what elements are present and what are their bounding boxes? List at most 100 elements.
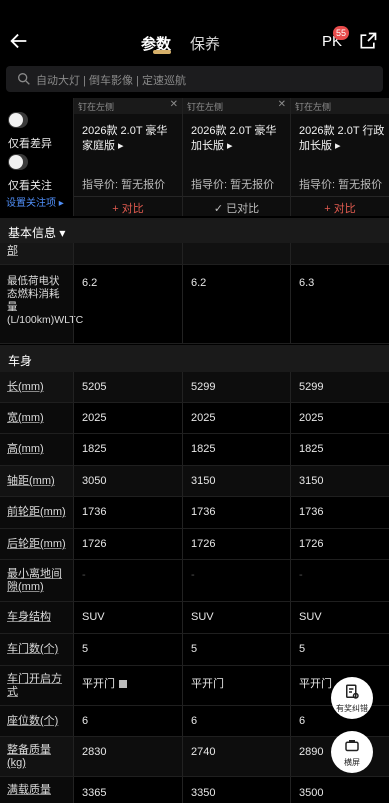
- car-column-2: 钉在左侧 ✕ 2026款 2.0T 豪华加长版 ▸ 指导价: 暂无报价 ✓ 已对…: [182, 98, 290, 216]
- table-row: 轴距(mm) 3050 3150 3150: [0, 466, 389, 497]
- row-cell: 1726: [73, 529, 182, 559]
- row-cell: 3050: [73, 466, 182, 496]
- row-label[interactable]: 座位数(个): [0, 706, 73, 736]
- row-cell: 3365: [73, 777, 182, 803]
- row-cell: 3150: [290, 466, 389, 496]
- table-row: 车身结构 SUV SUV SUV: [0, 602, 389, 634]
- rotate-screen-icon: [345, 740, 359, 752]
- row-cell: 1736: [73, 497, 182, 528]
- row-label[interactable]: 前轮距(mm): [0, 497, 73, 528]
- search-placeholder: 自动大灯 | 倒车影像 | 定速巡航: [36, 75, 186, 87]
- row-cell: 6.3: [290, 265, 389, 343]
- row-cell: 5205: [73, 372, 182, 402]
- row-cell: 6.2: [182, 265, 290, 343]
- compared-button[interactable]: ✓ 已对比: [183, 200, 290, 216]
- close-icon[interactable]: ✕: [278, 99, 286, 110]
- row-label[interactable]: 整备质量(kg): [0, 737, 73, 776]
- row-label[interactable]: 高(mm): [0, 434, 73, 465]
- row-cell: -: [290, 560, 389, 601]
- row-cell: 1736: [290, 497, 389, 528]
- set-focus-link[interactable]: 设置关注项 ▸: [6, 194, 64, 209]
- row-cell: 5: [73, 634, 182, 665]
- app-header: 参数 保养 PK 55: [0, 0, 389, 60]
- table-row: 后轮距(mm) 1726 1726 1726: [0, 529, 389, 560]
- table-row: 长(mm) 5205 5299 5299: [0, 372, 389, 403]
- row-cell: [73, 243, 182, 264]
- row-cell: 1726: [290, 529, 389, 559]
- section-title: 车身: [8, 354, 33, 368]
- section-title: 基本信息 ▾: [8, 226, 66, 240]
- back-arrow-icon[interactable]: [8, 30, 30, 52]
- pin-left-button[interactable]: 钉在左侧 ✕: [74, 98, 182, 114]
- pin-label: 钉在左侧: [295, 102, 332, 112]
- landscape-label: 横屏: [344, 758, 360, 767]
- car-name[interactable]: 2026款 2.0T 行政加长版 ▸: [299, 124, 385, 154]
- add-compare-button[interactable]: + 对比: [291, 200, 389, 216]
- row-cell: -: [73, 560, 182, 601]
- diff-toggle[interactable]: [8, 112, 28, 128]
- row-cell: 1736: [182, 497, 290, 528]
- row-cell: 2025: [290, 403, 389, 433]
- row-label[interactable]: 后轮距(mm): [0, 529, 73, 559]
- pin-left-button[interactable]: 钉在左侧: [291, 98, 389, 114]
- row-label[interactable]: 车身结构: [0, 602, 73, 633]
- filter-panel: 仅看差异 仅看关注 设置关注项 ▸: [0, 98, 73, 216]
- active-tab-indicator: [153, 50, 171, 54]
- row-label[interactable]: 部: [0, 243, 73, 264]
- row-label[interactable]: 车门开启方式: [0, 666, 73, 705]
- row-label[interactable]: 宽(mm): [0, 403, 73, 433]
- row-cell: 3150: [182, 466, 290, 496]
- add-compare-button[interactable]: + 对比: [74, 200, 182, 216]
- row-cell: 5299: [182, 372, 290, 402]
- divider: [74, 196, 182, 197]
- feedback-button[interactable]: 有奖纠错: [331, 677, 373, 719]
- close-icon[interactable]: ✕: [170, 99, 178, 110]
- row-cell: 5: [290, 634, 389, 665]
- car-name[interactable]: 2026款 2.0T 豪华家庭版 ▸: [82, 124, 178, 154]
- focus-toggle-label: 仅看关注: [8, 180, 52, 192]
- feedback-icon: [346, 684, 359, 699]
- compare-header: 仅看差异 仅看关注 设置关注项 ▸ 钉在左侧 ✕ 2026款 2.0T 豪华家庭…: [0, 98, 389, 216]
- search-icon: [17, 73, 30, 85]
- divider: [291, 196, 389, 197]
- table-row: 高(mm) 1825 1825 1825: [0, 434, 389, 466]
- divider: [183, 196, 290, 197]
- row-label[interactable]: 车门数(个): [0, 634, 73, 665]
- row-label[interactable]: 长(mm): [0, 372, 73, 402]
- row-cell: -: [182, 560, 290, 601]
- row-label[interactable]: 轴距(mm): [0, 466, 73, 496]
- row-cell: 3350: [182, 777, 290, 803]
- share-icon[interactable]: [358, 31, 378, 51]
- pin-left-button[interactable]: 钉在左侧 ✕: [183, 98, 290, 114]
- focus-toggle[interactable]: [8, 154, 28, 170]
- row-cell: 6: [182, 706, 290, 736]
- row-cell: 1726: [182, 529, 290, 559]
- table-row: 宽(mm) 2025 2025 2025: [0, 403, 389, 434]
- image-icon[interactable]: [119, 680, 127, 689]
- row-cell: 2025: [182, 403, 290, 433]
- tab-maintenance[interactable]: 保养: [190, 33, 220, 54]
- table-row: 满载质量 3365 3350 3500: [0, 777, 389, 803]
- search-bar[interactable]: 自动大灯 | 倒车影像 | 定速巡航: [6, 66, 383, 92]
- feedback-label: 有奖纠错: [336, 704, 368, 713]
- row-label[interactable]: 最小离地间隙(mm): [0, 560, 73, 601]
- car-column-1: 钉在左侧 ✕ 2026款 2.0T 豪华家庭版 ▸ 指导价: 暂无报价 + 对比: [73, 98, 182, 216]
- row-label: 最低荷电状态燃料消耗量(L/100km)WLTC: [0, 265, 83, 343]
- row-cell: 5299: [290, 372, 389, 402]
- row-cell: SUV: [182, 602, 290, 633]
- car-price: 指导价: 暂无报价: [191, 179, 275, 191]
- row-cell: 平开门: [73, 666, 182, 705]
- table-row: 最低荷电状态燃料消耗量(L/100km)WLTC 6.2 6.2 6.3: [0, 265, 389, 344]
- car-column-3: 钉在左侧 2026款 2.0T 行政加长版 ▸ 指导价: 暂无报价 + 对比: [290, 98, 389, 216]
- pin-label: 钉在左侧: [78, 102, 115, 112]
- section-basic-info[interactable]: 基本信息 ▾: [0, 218, 389, 243]
- row-cell: 2740: [182, 737, 290, 776]
- row-cell: [182, 243, 290, 264]
- cell-value: 平开门: [82, 678, 115, 690]
- row-label[interactable]: 满载质量: [0, 777, 73, 803]
- row-cell: 1825: [290, 434, 389, 465]
- landscape-button[interactable]: 横屏: [331, 731, 373, 773]
- table-row: 车门数(个) 5 5 5: [0, 634, 389, 666]
- car-name[interactable]: 2026款 2.0T 豪华加长版 ▸: [191, 124, 286, 154]
- table-row: 部: [0, 243, 389, 265]
